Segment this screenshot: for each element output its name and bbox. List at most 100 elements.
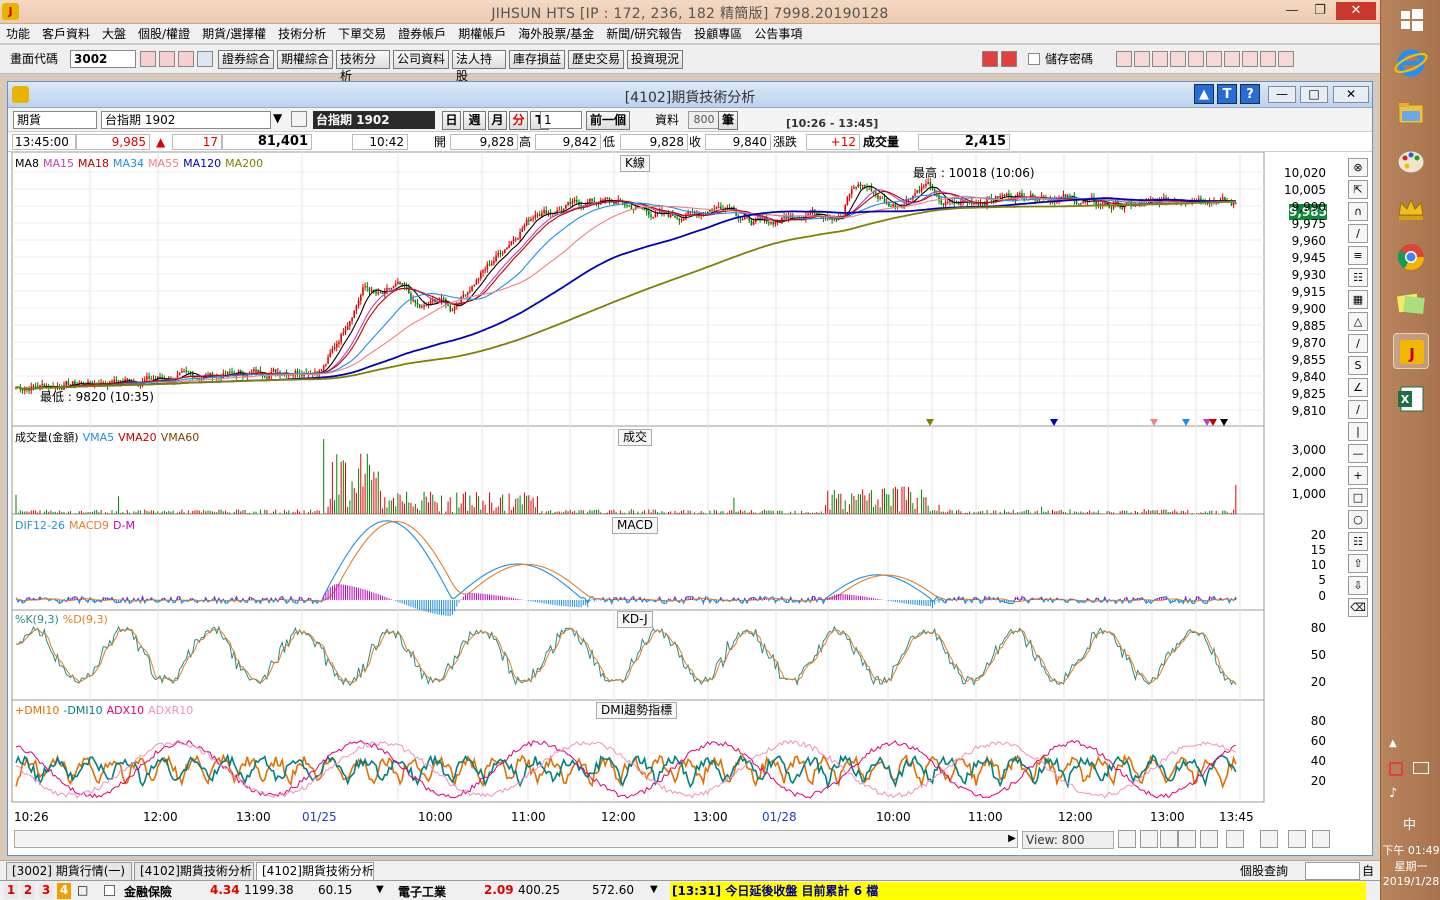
period-button-3[interactable]: 分 (509, 111, 528, 130)
tool-icon-0[interactable] (1116, 51, 1132, 67)
menu-item-4[interactable]: 期貨/選擇權 (196, 24, 272, 44)
drawing-tool-10-icon[interactable]: ∠ (1348, 378, 1368, 397)
windows-start-icon[interactable] (1393, 2, 1429, 38)
chart-tool-3-icon[interactable] (1178, 830, 1196, 848)
interval-select[interactable]: 1 (540, 111, 582, 129)
chart-tool-0-icon[interactable] (1118, 830, 1136, 848)
toolbar-button-1[interactable]: 期權綜合 (277, 50, 333, 69)
drawing-tool-8-icon[interactable]: ∕ (1348, 334, 1368, 353)
dropdown-icon[interactable] (197, 51, 213, 67)
toolbar-button-7[interactable]: 投資現況 (627, 50, 683, 69)
period-button-1[interactable]: 週 (463, 111, 486, 130)
save-password-checkbox[interactable] (1028, 53, 1040, 65)
tray-app-icon[interactable] (1389, 762, 1403, 776)
drawing-tool-13-icon[interactable]: — (1348, 444, 1368, 463)
page-1-button[interactable]: 1 (4, 883, 18, 899)
chart-tool-6-icon[interactable] (1260, 830, 1278, 848)
next-red-icon[interactable] (1001, 51, 1017, 67)
toolbar-button-5[interactable]: 庫存損益 (509, 50, 565, 69)
ticker-checkbox[interactable] (104, 885, 115, 896)
ticker-dropdown-0-icon[interactable]: ▼ (376, 884, 384, 895)
menu-item-12[interactable]: 公告事項 (748, 24, 808, 44)
minimize-button[interactable]: — (1278, 2, 1306, 20)
period-button-0[interactable]: 日 (442, 111, 461, 130)
menu-item-7[interactable]: 證券帳戶 (392, 24, 452, 44)
volume-icon[interactable]: ♪ (1389, 786, 1397, 801)
page-4-button[interactable]: 4 (57, 883, 71, 899)
chart-tool-4-icon[interactable] (1200, 830, 1218, 848)
chart-tool-2-icon[interactable] (1160, 830, 1178, 848)
menu-item-6[interactable]: 下單交易 (332, 24, 392, 44)
chart-tool-7-icon[interactable] (1288, 830, 1306, 848)
drawing-tool-1-icon[interactable]: ⇱ (1348, 180, 1368, 199)
triangle-up-icon[interactable]: ▲ (1194, 84, 1214, 104)
tool-icon-9[interactable] (1278, 51, 1294, 67)
stock-query-input[interactable] (1305, 862, 1360, 880)
print-icon[interactable] (178, 51, 194, 67)
page-2-button[interactable]: 2 (21, 883, 35, 899)
window-tab-0[interactable]: [3002] 期貨行情(一) (6, 862, 132, 880)
prev-red-icon[interactable] (982, 51, 998, 67)
page-3-button[interactable]: 3 (39, 883, 53, 899)
ime-indicator[interactable]: 中 (1403, 814, 1416, 833)
drawing-tool-7-icon[interactable]: △ (1348, 312, 1368, 331)
menu-item-9[interactable]: 海外股票/基金 (512, 24, 600, 44)
toolbar-button-0[interactable]: 證券綜合 (218, 50, 274, 69)
jihsun-hts-icon[interactable]: J (1393, 333, 1429, 369)
menu-item-8[interactable]: 期權帳戶 (452, 24, 512, 44)
drawing-tool-3-icon[interactable]: ∕ (1348, 224, 1368, 243)
symbol-select[interactable]: 台指期 1902 (101, 111, 271, 129)
tool-icon-6[interactable] (1224, 51, 1240, 67)
drawing-tool-6-icon[interactable]: ▦ (1348, 290, 1368, 309)
internet-explorer-icon[interactable] (1393, 45, 1429, 81)
menu-item-11[interactable]: 投顧專區 (688, 24, 748, 44)
tool-icon-2[interactable] (1152, 51, 1168, 67)
inner-minimize-button[interactable]: — (1268, 86, 1296, 103)
menu-item-10[interactable]: 新聞/研究報告 (600, 24, 688, 44)
chart-tool-1-icon[interactable] (1140, 830, 1158, 848)
scroll-right-arrow-icon[interactable]: ▶ (1006, 831, 1018, 847)
tool-icon-3[interactable] (1170, 51, 1186, 67)
drawing-tool-11-icon[interactable]: ∕ (1348, 400, 1368, 419)
chrome-icon[interactable] (1393, 239, 1429, 275)
network-icon[interactable] (1413, 762, 1429, 774)
sticky-notes-icon[interactable] (1393, 285, 1429, 321)
close-button[interactable]: ✕ (1336, 2, 1376, 20)
toolbar-button-4[interactable]: 法人持股 (452, 50, 506, 83)
restore-button[interactable]: ❐ (1306, 2, 1334, 20)
code-input[interactable]: 3002 (70, 50, 136, 68)
tool-icon-4[interactable] (1188, 51, 1204, 67)
menu-item-5[interactable]: 技術分析 (272, 24, 332, 44)
unit-button[interactable]: 筆 (718, 111, 739, 130)
tool-icon-7[interactable] (1242, 51, 1258, 67)
chart-tool-8-icon[interactable] (1312, 830, 1330, 848)
tool-icon-1[interactable] (1134, 51, 1150, 67)
inner-close-button[interactable]: ✕ (1333, 86, 1369, 103)
file-explorer-icon[interactable] (1393, 95, 1429, 131)
toolbar-button-2[interactable]: 技術分析 (336, 50, 390, 83)
drawing-tool-20-icon[interactable]: ⌫ (1348, 598, 1368, 617)
window-icon[interactable] (159, 51, 175, 67)
prev-symbol-button[interactable]: 前一個 (586, 111, 631, 130)
crown-app-icon[interactable] (1393, 191, 1429, 227)
drawing-tool-5-icon[interactable]: ☷ (1348, 268, 1368, 287)
drawing-tool-16-icon[interactable]: ○ (1348, 510, 1368, 529)
drawing-tool-15-icon[interactable]: □ (1348, 488, 1368, 507)
search-icon[interactable] (140, 51, 156, 67)
menu-item-3[interactable]: 個股/權證 (132, 24, 196, 44)
scroll-track[interactable] (14, 830, 1018, 848)
market-select[interactable]: 期貨 (13, 111, 97, 129)
ticker-dropdown-1-icon[interactable]: ▼ (650, 884, 658, 895)
window-tab-2[interactable]: [4102]期貨技術分析 (256, 862, 374, 880)
tray-expand-icon[interactable]: ▲ (1389, 738, 1397, 749)
inner-restore-button[interactable]: □ (1300, 86, 1328, 103)
period-button-2[interactable]: 月 (488, 111, 507, 130)
drawing-tool-18-icon[interactable]: ⇧ (1348, 554, 1368, 573)
lock-icon[interactable]: □ (77, 883, 88, 897)
menu-item-1[interactable]: 客戶資料 (36, 24, 96, 44)
drawing-tool-14-icon[interactable]: + (1348, 466, 1368, 485)
technical-chart[interactable] (8, 152, 1348, 852)
drawing-tool-2-icon[interactable]: ∩ (1348, 202, 1368, 221)
paint-icon[interactable] (1393, 143, 1429, 179)
tool-icon-8[interactable] (1260, 51, 1276, 67)
